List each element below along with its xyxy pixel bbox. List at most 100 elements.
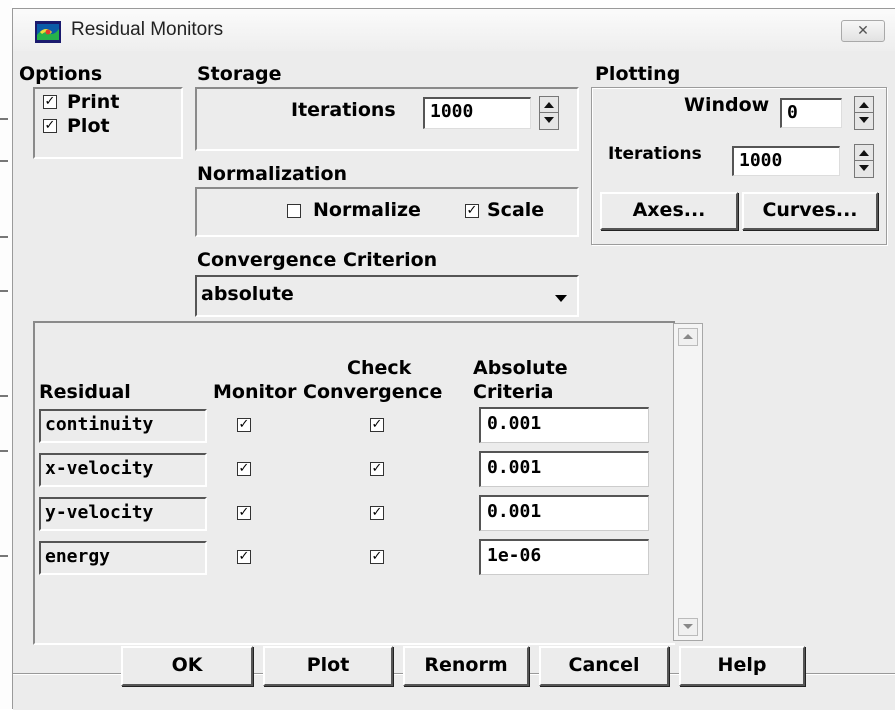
plot-button[interactable]: Plot: [263, 646, 393, 686]
header-criteria-line2: Criteria: [473, 381, 554, 403]
check-icon: ✓: [44, 94, 56, 109]
arrow-up-icon: [683, 334, 693, 339]
residual-name: continuity: [39, 409, 207, 443]
monitor-checkbox[interactable]: ✓: [237, 550, 251, 564]
edge-mark: [0, 395, 8, 397]
arrow-down-icon: [544, 117, 554, 123]
edge-mark: [0, 118, 8, 120]
residual-table-panel: Residual Monitor Check Convergence Absol…: [33, 321, 675, 645]
residual-name: energy: [39, 541, 207, 575]
check-convergence-checkbox[interactable]: ✓: [370, 462, 384, 476]
help-button[interactable]: Help: [679, 646, 805, 686]
monitor-checkbox[interactable]: ✓: [237, 418, 251, 432]
plotting-group: Window 0 Iterations 1000 Axes... Curves.…: [591, 87, 887, 245]
edge-mark: [0, 160, 8, 162]
arrow-down-icon: [683, 624, 693, 629]
background-edge: [0, 0, 12, 709]
print-label: Print: [67, 91, 120, 113]
storage-iterations-input[interactable]: 1000: [423, 97, 531, 129]
check-icon: ✓: [238, 417, 250, 432]
edge-mark: [0, 450, 8, 452]
convergence-dropdown[interactable]: absolute: [195, 275, 579, 317]
header-check-line2: Convergence: [303, 381, 443, 403]
monitor-checkbox[interactable]: ✓: [237, 506, 251, 520]
check-icon: ✓: [371, 505, 383, 520]
storage-heading: Storage: [197, 63, 282, 85]
spin-down-button[interactable]: [855, 113, 873, 129]
close-icon: ✕: [857, 23, 869, 39]
storage-iterations-label: Iterations: [291, 99, 396, 121]
spin-up-button[interactable]: [855, 97, 873, 113]
arrow-up-icon: [859, 150, 869, 156]
plotting-iterations-spinner[interactable]: [854, 144, 874, 178]
absolute-criteria-input[interactable]: 1e-06: [479, 539, 649, 575]
check-convergence-checkbox[interactable]: ✓: [370, 550, 384, 564]
absolute-criteria-input[interactable]: 0.001: [479, 451, 649, 487]
check-icon: ✓: [238, 461, 250, 476]
scroll-up-button[interactable]: [678, 328, 698, 346]
convergence-selected: absolute: [201, 283, 294, 305]
title-bar[interactable]: Residual Monitors ✕: [13, 9, 895, 51]
storage-iterations-spinner[interactable]: [539, 96, 559, 130]
close-button[interactable]: ✕: [841, 20, 885, 42]
edge-mark: [0, 290, 8, 292]
dialog-body: Options ✓ Print ✓ Plot Storage Iteration…: [13, 51, 895, 710]
options-heading: Options: [19, 63, 103, 85]
spin-down-button[interactable]: [540, 113, 558, 129]
edge-mark: [0, 555, 8, 557]
spin-up-button[interactable]: [855, 145, 873, 161]
absolute-criteria-input[interactable]: 0.001: [479, 407, 649, 443]
window-title: Residual Monitors: [71, 19, 224, 40]
plotting-heading: Plotting: [595, 63, 681, 85]
plotting-window-spinner[interactable]: [854, 96, 874, 130]
fluent-app-icon: [35, 21, 61, 43]
plot-label: Plot: [67, 115, 110, 137]
convergence-heading: Convergence Criterion: [197, 249, 438, 271]
header-monitor: Monitor: [213, 381, 297, 403]
absolute-criteria-input[interactable]: 0.001: [479, 495, 649, 531]
renorm-button[interactable]: Renorm: [403, 646, 529, 686]
check-icon: ✓: [466, 203, 478, 218]
plotting-window-label: Window: [684, 94, 770, 116]
monitor-checkbox[interactable]: ✓: [237, 462, 251, 476]
header-criteria-line1: Absolute: [473, 357, 568, 379]
cancel-button[interactable]: Cancel: [539, 646, 669, 686]
check-icon: ✓: [238, 505, 250, 520]
scroll-down-button[interactable]: [678, 618, 698, 636]
check-icon: ✓: [238, 549, 250, 564]
arrow-down-icon: [859, 165, 869, 171]
plotting-iterations-input[interactable]: 1000: [732, 146, 840, 176]
storage-group: Iterations 1000: [195, 87, 579, 151]
axes-button[interactable]: Axes...: [600, 192, 738, 230]
residual-name: x-velocity: [39, 453, 207, 487]
table-scrollbar[interactable]: [673, 323, 703, 641]
spin-down-button[interactable]: [855, 161, 873, 177]
check-convergence-checkbox[interactable]: ✓: [370, 506, 384, 520]
chevron-down-icon[interactable]: [549, 285, 573, 311]
scale-label: Scale: [487, 199, 545, 221]
normalize-checkbox[interactable]: [287, 204, 301, 218]
arrow-up-icon: [859, 102, 869, 108]
header-check-line1: Check: [347, 357, 412, 379]
normalization-group: Normalize ✓ Scale: [195, 187, 579, 237]
check-icon: ✓: [44, 118, 56, 133]
arrow-down-icon: [859, 117, 869, 123]
normalize-label: Normalize: [313, 199, 421, 221]
check-icon: ✓: [371, 461, 383, 476]
residual-monitors-window: Residual Monitors ✕ Options ✓ Print ✓ Pl…: [12, 8, 895, 710]
ok-button[interactable]: OK: [121, 646, 253, 686]
options-group: ✓ Print ✓ Plot: [33, 87, 183, 159]
residual-name: y-velocity: [39, 497, 207, 531]
plotting-iterations-label: Iterations: [608, 144, 702, 164]
scale-checkbox[interactable]: ✓: [465, 204, 479, 218]
check-convergence-checkbox[interactable]: ✓: [370, 418, 384, 432]
curves-button[interactable]: Curves...: [742, 192, 878, 230]
print-checkbox[interactable]: ✓: [43, 95, 57, 109]
plotting-window-input[interactable]: 0: [780, 98, 842, 128]
plot-checkbox[interactable]: ✓: [43, 119, 57, 133]
spin-up-button[interactable]: [540, 97, 558, 113]
check-icon: ✓: [371, 549, 383, 564]
normalization-heading: Normalization: [197, 163, 348, 185]
edge-mark: [0, 236, 8, 238]
arrow-up-icon: [544, 102, 554, 108]
